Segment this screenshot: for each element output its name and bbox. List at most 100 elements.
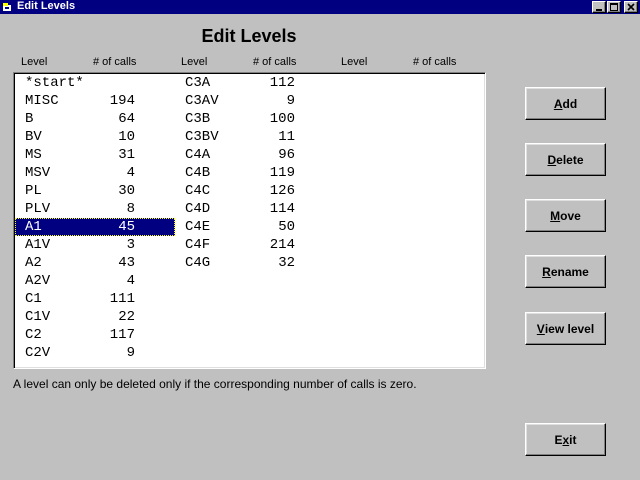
list-item[interactable]: MS 31 (15, 146, 175, 164)
list-item[interactable]: A2V 4 (15, 272, 175, 290)
level-name: BV (25, 129, 42, 145)
list-item[interactable]: A1V 3 (15, 236, 175, 254)
view-level-button-mnemonic: V (536, 321, 545, 336)
level-name: C4F (185, 237, 211, 253)
title-bar: Edit Levels (0, 0, 640, 14)
level-name: MS (25, 147, 42, 163)
call-count: 112 (269, 75, 295, 91)
column-header-calls-2: # of calls (253, 56, 297, 68)
list-item[interactable]: BV 10 (15, 128, 175, 146)
level-name: C3BV (185, 129, 219, 145)
list-item[interactable]: C2V 9 (15, 344, 175, 362)
call-count: 9 (126, 345, 135, 361)
call-count: 9 (286, 93, 295, 109)
maximize-button[interactable] (607, 1, 621, 13)
call-count: 10 (118, 129, 135, 145)
list-item[interactable]: PLV 8 (15, 200, 175, 218)
call-count: 194 (109, 93, 135, 109)
list-item[interactable]: A1 45 (15, 218, 175, 236)
call-count: 64 (118, 111, 135, 127)
call-count: 126 (269, 183, 295, 199)
level-name: C3AV (185, 93, 219, 109)
list-item[interactable]: C3AV 9 (175, 92, 335, 110)
exit-button-label: it (569, 432, 577, 447)
call-count: 11 (278, 129, 295, 145)
page-title: Edit Levels (201, 26, 297, 46)
list-item[interactable]: C4E 50 (175, 218, 335, 236)
exit-button[interactable]: Ex it (525, 423, 606, 456)
list-item[interactable]: MISC 194 (15, 92, 175, 110)
close-button[interactable] (624, 1, 638, 13)
rename-button-label: ename (550, 264, 589, 279)
list-item[interactable]: C4C 126 (175, 182, 335, 200)
level-name: C2V (25, 345, 51, 361)
column-header-level-1: Level (21, 56, 48, 68)
list-item[interactable]: C1 111 (15, 290, 175, 308)
level-name: A2V (25, 273, 51, 289)
app-icon[interactable] (2, 2, 12, 12)
list-item[interactable]: A2 43 (15, 254, 175, 272)
list-item[interactable]: MSV 4 (15, 164, 175, 182)
exit-button-prefix: E (554, 432, 563, 447)
level-name: A1 (25, 219, 42, 235)
list-column-1: *start* MISC 194 B 64 BV 10 MS 31 MSV 4 PL 30 PLV 8 A1 4… (15, 74, 175, 362)
call-count: 22 (118, 309, 135, 325)
call-count: 3 (126, 237, 135, 253)
level-name: C2 (25, 327, 42, 343)
level-name: C4D (185, 201, 211, 217)
level-name: PL (25, 183, 42, 199)
delete-note: A level can only be deleted only if the … (13, 377, 417, 391)
call-count: 214 (269, 237, 295, 253)
list-item[interactable]: C2 117 (15, 326, 175, 344)
level-name: PLV (25, 201, 51, 217)
close-icon (627, 3, 635, 11)
level-name: C4E (185, 219, 211, 235)
call-count: 32 (278, 255, 295, 271)
call-count: 50 (278, 219, 295, 235)
list-item[interactable]: C4B 119 (175, 164, 335, 182)
add-button-mnemonic: A (553, 96, 563, 111)
delete-button-mnemonic: D (547, 152, 557, 167)
level-name: A1V (25, 237, 51, 253)
level-name: A2 (25, 255, 42, 271)
call-count: 30 (118, 183, 135, 199)
column-header-calls-3: # of calls (413, 56, 457, 68)
list-item[interactable]: C1V 22 (15, 308, 175, 326)
rename-button[interactable]: Rename (525, 255, 606, 288)
call-count: 119 (269, 165, 295, 181)
list-item[interactable]: C4F 214 (175, 236, 335, 254)
list-item[interactable]: PL 30 (15, 182, 175, 200)
level-name: C3B (185, 111, 211, 127)
level-name: C4A (185, 147, 211, 163)
delete-button[interactable]: Delete (525, 143, 606, 176)
move-button-label: ove (560, 208, 581, 223)
move-button-mnemonic: M (550, 208, 561, 223)
level-name: *start* (25, 75, 84, 91)
list-item[interactable]: C4D 114 (175, 200, 335, 218)
column-header-level-2: Level (181, 56, 208, 68)
list-item[interactable]: C3B 100 (175, 110, 335, 128)
add-button[interactable]: Add (525, 87, 606, 120)
view-level-button[interactable]: View level (525, 312, 606, 345)
list-item[interactable]: C4G 32 (175, 254, 335, 272)
list-column-2: C3A 112 C3AV 9 C3B 100 C3BV 11 C4A 96 C4B 119 C4C 126… (175, 74, 335, 272)
minimize-button[interactable] (592, 1, 606, 13)
call-count: 4 (126, 273, 135, 289)
list-item[interactable]: *start* (15, 74, 175, 92)
window-title: Edit Levels (17, 0, 76, 12)
minimize-icon (596, 9, 602, 11)
call-count: 117 (109, 327, 135, 343)
level-name: C1 (25, 291, 42, 307)
list-item[interactable]: C4A 96 (175, 146, 335, 164)
levels-listbox[interactable]: *start* MISC 194 B 64 BV 10 MS 31 MSV 4 PL 30 PLV 8 A1 4… (13, 72, 486, 369)
list-item[interactable]: C3BV 11 (175, 128, 335, 146)
call-count: 4 (126, 165, 135, 181)
call-count: 8 (126, 201, 135, 217)
move-button[interactable]: Move (525, 199, 606, 232)
level-name: C1V (25, 309, 51, 325)
list-item[interactable]: B 64 (15, 110, 175, 128)
column-header-level-3: Level (341, 56, 368, 68)
list-item[interactable]: C3A 112 (175, 74, 335, 92)
call-count: 100 (269, 111, 295, 127)
maximize-icon (610, 3, 618, 11)
